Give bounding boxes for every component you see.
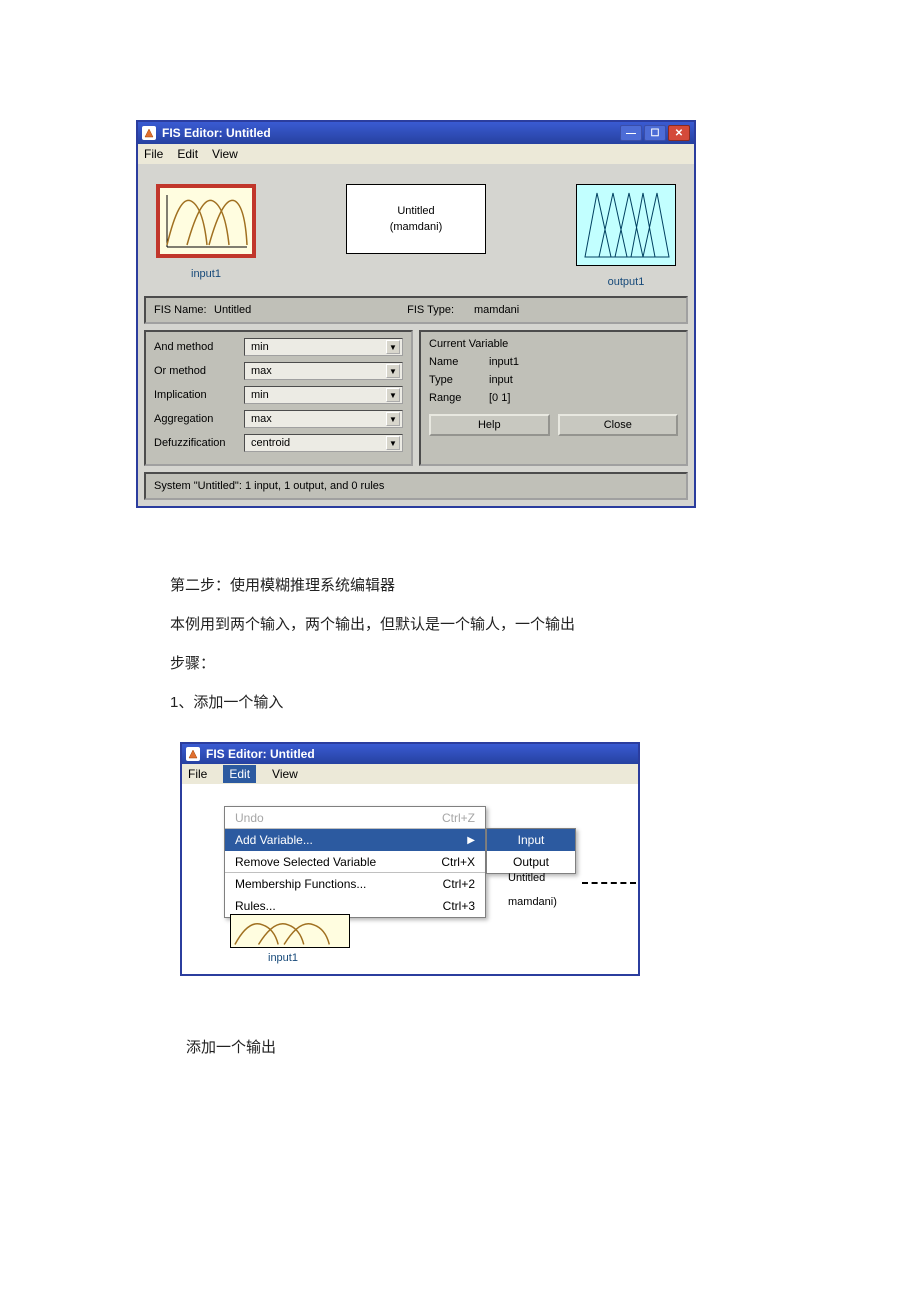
window-title-2: FIS Editor: Untitled <box>206 747 315 761</box>
status-bar: System "Untitled": 1 input, 1 output, an… <box>144 472 688 500</box>
minimize-button[interactable]: — <box>620 125 642 141</box>
menu-file[interactable]: File <box>144 147 163 161</box>
menu-edit-2[interactable]: Edit <box>223 765 256 783</box>
add-variable-label: Add Variable... <box>235 833 313 847</box>
behind-name: Untitled <box>508 872 545 884</box>
chevron-down-icon: ▼ <box>386 412 400 426</box>
close-button[interactable]: ✕ <box>668 125 690 141</box>
defuzzification-label: Defuzzification <box>154 437 238 449</box>
menu-view-2[interactable]: View <box>272 767 298 781</box>
rule-block[interactable]: Untitled (mamdani) <box>346 184 486 254</box>
menu-item-add-variable[interactable]: Add Variable... ▶ <box>225 829 485 851</box>
chevron-down-icon: ▼ <box>386 364 400 378</box>
input-mf-icon <box>161 189 253 253</box>
and-method-label: And method <box>154 341 238 353</box>
titlebar-2[interactable]: FIS Editor: Untitled <box>182 744 638 764</box>
output-variable-label: output1 <box>608 276 645 288</box>
app-icon <box>142 126 156 140</box>
app-icon <box>186 747 200 761</box>
fis-type-label: FIS Type: <box>354 304 474 316</box>
undo-shortcut: Ctrl+Z <box>442 811 475 825</box>
w2-canvas: Undo Ctrl+Z Add Variable... ▶ Remove Sel… <box>182 784 638 974</box>
menubar: File Edit View <box>138 144 694 164</box>
fis-name-label: FIS Name: <box>154 304 214 316</box>
undo-label: Undo <box>235 811 264 825</box>
input-variable-box[interactable] <box>156 184 256 258</box>
aggregation-dropdown[interactable]: max ▼ <box>244 410 403 428</box>
titlebar[interactable]: FIS Editor: Untitled — ☐ ✕ <box>138 122 694 144</box>
edit-menu-dropdown: Undo Ctrl+Z Add Variable... ▶ Remove Sel… <box>224 806 486 918</box>
rule-block-type: (mamdani) <box>390 221 443 233</box>
aggregation-value: max <box>251 413 272 425</box>
cv-range-value: [0 1] <box>489 392 510 404</box>
menu-file-2[interactable]: File <box>188 767 207 781</box>
chevron-down-icon: ▼ <box>386 436 400 450</box>
menu-item-undo[interactable]: Undo Ctrl+Z <box>225 807 485 829</box>
help-button[interactable]: Help <box>429 414 550 436</box>
menubar-2: File Edit View <box>182 764 638 784</box>
chevron-right-icon: ▶ <box>467 835 475 846</box>
or-method-label: Or method <box>154 365 238 377</box>
step-1: 1、添加一个输入 <box>170 683 920 722</box>
current-variable-panel: Current Variable Name input1 Type input … <box>419 330 688 466</box>
cv-type-label: Type <box>429 374 489 386</box>
cv-name-value: input1 <box>489 356 519 368</box>
connector-line <box>582 882 636 884</box>
chevron-down-icon: ▼ <box>386 388 400 402</box>
output-variable-box[interactable] <box>576 184 676 266</box>
doc-text-2: 添加一个输出 <box>186 1036 920 1057</box>
submenu-input[interactable]: Input <box>487 829 575 851</box>
implication-dropdown[interactable]: min ▼ <box>244 386 403 404</box>
close-panel-button[interactable]: Close <box>558 414 679 436</box>
implication-value: min <box>251 389 269 401</box>
output-mf-icon <box>581 189 673 261</box>
input-mf-icon <box>231 915 349 948</box>
input-variable-label: input1 <box>191 268 221 280</box>
cv-range-label: Range <box>429 392 489 404</box>
fis-editor-window: FIS Editor: Untitled — ☐ ✕ File Edit Vie… <box>136 120 696 508</box>
w2-input-variable-box[interactable] <box>230 914 350 948</box>
remove-variable-label: Remove Selected Variable <box>235 855 376 869</box>
or-method-dropdown[interactable]: max ▼ <box>244 362 403 380</box>
doc-text: 第二步：使用模糊推理系统编辑器 本例用到两个输入，两个输出，但默认是一个输人，一… <box>170 566 920 722</box>
fis-type-value: mamdani <box>474 304 519 316</box>
chevron-down-icon: ▼ <box>386 340 400 354</box>
behind-type: mamdani) <box>508 896 557 908</box>
add-variable-submenu: Input Output <box>486 828 576 874</box>
mf-label: Membership Functions... <box>235 877 366 891</box>
window-title: FIS Editor: Untitled <box>162 126 271 140</box>
aggregation-label: Aggregation <box>154 413 238 425</box>
submenu-output[interactable]: Output <box>487 851 575 873</box>
w2-input-label: input1 <box>268 952 298 964</box>
remove-variable-shortcut: Ctrl+X <box>441 855 475 869</box>
fis-info-panel: FIS Name: Untitled FIS Type: mamdani <box>144 296 688 324</box>
step2-text: 第二步：使用模糊推理系统编辑器 <box>170 566 920 605</box>
or-method-value: max <box>251 365 272 377</box>
desc-text: 本例用到两个输入，两个输出，但默认是一个输人，一个输出 <box>170 605 920 644</box>
rules-label: Rules... <box>235 899 276 913</box>
menu-item-remove-variable[interactable]: Remove Selected Variable Ctrl+X <box>225 851 485 873</box>
mf-shortcut: Ctrl+2 <box>443 877 475 891</box>
diagram-canvas: input1 Untitled (mamdani) <box>138 164 694 296</box>
methods-panel: And method min ▼ Or method max ▼ Implica… <box>144 330 413 466</box>
fis-name-value: Untitled <box>214 304 354 316</box>
defuzzification-value: centroid <box>251 437 290 449</box>
defuzzification-dropdown[interactable]: centroid ▼ <box>244 434 403 452</box>
and-method-value: min <box>251 341 269 353</box>
menu-edit[interactable]: Edit <box>177 147 198 161</box>
maximize-button[interactable]: ☐ <box>644 125 666 141</box>
cv-name-label: Name <box>429 356 489 368</box>
and-method-dropdown[interactable]: min ▼ <box>244 338 403 356</box>
cv-type-value: input <box>489 374 513 386</box>
rule-block-name: Untitled <box>397 205 434 217</box>
add-output-text: 添加一个输出 <box>186 1036 920 1057</box>
menu-view[interactable]: View <box>212 147 238 161</box>
current-variable-header: Current Variable <box>429 338 678 350</box>
menu-item-membership-functions[interactable]: Membership Functions... Ctrl+2 <box>225 873 485 895</box>
implication-label: Implication <box>154 389 238 401</box>
steps-title: 步骤： <box>170 644 920 683</box>
rules-shortcut: Ctrl+3 <box>443 899 475 913</box>
fis-editor-window-2: FIS Editor: Untitled File Edit View Undo… <box>180 742 640 976</box>
